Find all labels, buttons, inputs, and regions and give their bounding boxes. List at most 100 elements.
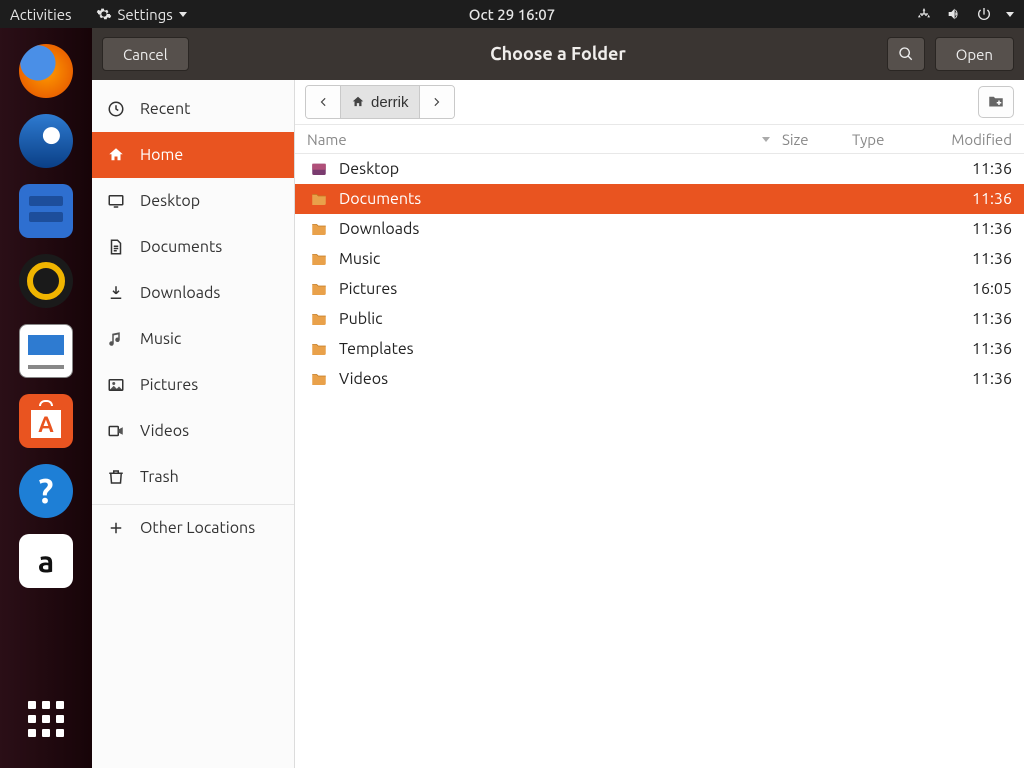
sidebar-item-label: Music — [140, 330, 181, 348]
file-name: Pictures — [339, 280, 922, 298]
chevron-down-icon — [179, 12, 187, 17]
file-modified: 11:36 — [922, 340, 1012, 358]
sidebar-item-home[interactable]: Home — [92, 132, 294, 178]
file-name: Desktop — [339, 160, 922, 178]
file-modified: 11:36 — [922, 250, 1012, 268]
dock-app-software[interactable]: A — [19, 394, 73, 448]
sidebar-item-trash[interactable]: Trash — [92, 454, 294, 500]
sidebar-item-downloads[interactable]: Downloads — [92, 270, 294, 316]
file-row[interactable]: Desktop11:36 — [295, 154, 1024, 184]
dock-app-help[interactable]: ? — [19, 464, 73, 518]
column-name[interactable]: Name — [307, 131, 782, 148]
column-modified[interactable]: Modified — [922, 131, 1012, 148]
open-button[interactable]: Open — [935, 37, 1014, 71]
column-type[interactable]: Type — [852, 131, 922, 148]
system-menu-chevron-icon[interactable] — [1006, 12, 1014, 17]
dock-app-firefox[interactable] — [19, 44, 73, 98]
column-size[interactable]: Size — [782, 131, 852, 148]
file-modified: 16:05 — [922, 280, 1012, 298]
sidebar-item-recent[interactable]: Recent — [92, 86, 294, 132]
file-listing-pane: derrik Name Size Type Modified — [295, 80, 1024, 768]
home-icon — [351, 95, 365, 109]
network-icon[interactable] — [916, 6, 932, 22]
download-icon — [106, 284, 126, 302]
app-menu-label: Settings — [118, 6, 173, 23]
dialog-title: Choose a Folder — [92, 44, 1024, 64]
file-row[interactable]: Public11:36 — [295, 304, 1024, 334]
breadcrumb-forward[interactable] — [420, 86, 454, 118]
breadcrumb: derrik — [305, 85, 455, 119]
file-row[interactable]: Pictures16:05 — [295, 274, 1024, 304]
sidebar-item-label: Videos — [140, 422, 189, 440]
sidebar-item-other[interactable]: Other Locations — [92, 504, 294, 550]
volume-icon[interactable] — [946, 6, 962, 22]
desktop-icon — [106, 192, 126, 210]
breadcrumb-back[interactable] — [306, 86, 341, 118]
dock-app-thunderbird[interactable] — [19, 114, 73, 168]
music-icon — [106, 330, 126, 348]
gnome-top-panel: Activities Settings Oct 29 16:07 — [0, 0, 1024, 28]
search-icon — [898, 46, 914, 62]
file-chooser-dialog: Cancel Choose a Folder Open RecentHomeDe… — [92, 28, 1024, 768]
pictures-icon — [106, 376, 126, 394]
sidebar-item-documents[interactable]: Documents — [92, 224, 294, 270]
trash-icon — [106, 468, 126, 486]
sidebar-item-label: Documents — [140, 238, 222, 256]
file-name: Music — [339, 250, 922, 268]
sidebar-item-videos[interactable]: Videos — [92, 408, 294, 454]
search-button[interactable] — [887, 37, 925, 71]
power-icon[interactable] — [976, 6, 992, 22]
places-sidebar: Recent Home Desktop Documents Downloads Music… — [92, 80, 295, 768]
activities-button[interactable]: Activities — [10, 6, 72, 23]
file-row[interactable]: Documents11:36 — [295, 184, 1024, 214]
folder-icon — [307, 370, 331, 388]
show-applications-button[interactable] — [19, 692, 73, 746]
sidebar-item-label: Desktop — [140, 192, 200, 210]
file-row[interactable]: Templates11:36 — [295, 334, 1024, 364]
file-modified: 11:36 — [922, 220, 1012, 238]
file-row[interactable]: Music11:36 — [295, 244, 1024, 274]
chevron-left-icon — [316, 95, 330, 109]
home-icon — [106, 146, 126, 164]
videos-icon — [106, 422, 126, 440]
dock-app-rhythmbox[interactable] — [19, 254, 73, 308]
chevron-right-icon — [430, 95, 444, 109]
column-headers: Name Size Type Modified — [295, 124, 1024, 154]
sidebar-item-label: Recent — [140, 100, 190, 118]
folder-icon — [307, 160, 331, 178]
folder-icon — [307, 280, 331, 298]
app-menu[interactable]: Settings — [96, 6, 187, 23]
file-row[interactable]: Downloads11:36 — [295, 214, 1024, 244]
sidebar-item-desktop[interactable]: Desktop — [92, 178, 294, 224]
dock-app-files[interactable] — [19, 184, 73, 238]
folder-icon — [307, 340, 331, 358]
clock[interactable]: Oct 29 16:07 — [469, 6, 555, 23]
gear-icon — [96, 6, 112, 22]
new-folder-icon — [987, 93, 1005, 111]
sidebar-item-music[interactable]: Music — [92, 316, 294, 362]
dock-app-libreoffice[interactable] — [19, 324, 73, 378]
cancel-button[interactable]: Cancel — [102, 37, 189, 71]
sidebar-item-pictures[interactable]: Pictures — [92, 362, 294, 408]
path-toolbar: derrik — [295, 80, 1024, 124]
doc-icon — [106, 238, 126, 256]
plus-icon — [106, 519, 126, 537]
breadcrumb-label: derrik — [371, 94, 409, 111]
dialog-titlebar: Cancel Choose a Folder Open — [92, 28, 1024, 80]
sidebar-item-label: Trash — [140, 468, 179, 486]
folder-icon — [307, 220, 331, 238]
sidebar-item-label: Pictures — [140, 376, 198, 394]
dock-app-amazon[interactable]: a — [19, 534, 73, 588]
file-name: Videos — [339, 370, 922, 388]
file-row[interactable]: Videos11:36 — [295, 364, 1024, 394]
file-modified: 11:36 — [922, 310, 1012, 328]
new-folder-button[interactable] — [978, 86, 1014, 118]
file-modified: 11:36 — [922, 160, 1012, 178]
file-rows: Desktop11:36Documents11:36Downloads11:36… — [295, 154, 1024, 768]
breadcrumb-home[interactable]: derrik — [341, 86, 420, 118]
clock-icon — [106, 100, 126, 118]
column-name-label: Name — [307, 131, 347, 148]
ubuntu-dock: A ? a — [0, 28, 92, 768]
file-name: Templates — [339, 340, 922, 358]
folder-icon — [307, 190, 331, 208]
